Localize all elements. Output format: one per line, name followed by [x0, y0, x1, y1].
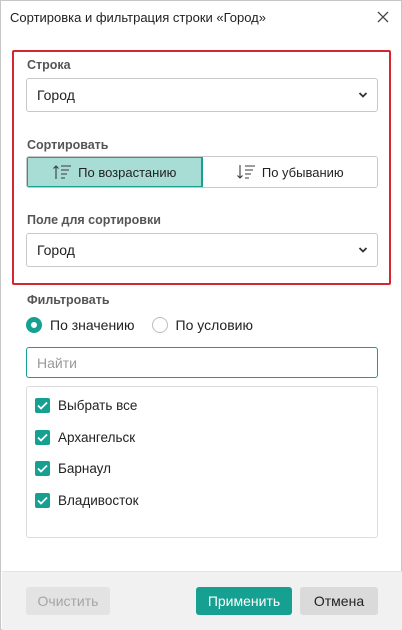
- list-item[interactable]: Барнаул: [35, 459, 111, 477]
- radio-unchecked-icon: [151, 317, 168, 333]
- chevron-down-icon: [358, 247, 368, 253]
- filter-label: Фильтровать: [27, 293, 110, 307]
- sort-descending-icon: [236, 165, 255, 179]
- radio-checked-icon: [26, 317, 42, 333]
- sort-field-select[interactable]: Город: [26, 233, 378, 267]
- checkbox-checked-icon: [35, 429, 50, 445]
- apply-button[interactable]: Применить: [196, 587, 292, 615]
- sort-direction-group: По возрастанию По убыванию: [26, 156, 378, 188]
- filter-by-value-radio[interactable]: По значению: [26, 317, 135, 333]
- filter-by-condition-label: По условию: [175, 317, 253, 333]
- list-item-label: Архангельск: [58, 429, 136, 445]
- filter-by-value-label: По значению: [50, 317, 135, 333]
- row-select-value: Город: [37, 87, 75, 103]
- filter-mode-group: По значению По условию: [26, 317, 270, 333]
- sort-descending-button[interactable]: По убыванию: [202, 157, 377, 187]
- cancel-button[interactable]: Отмена: [300, 587, 378, 615]
- sort-descending-label: По убыванию: [261, 164, 344, 180]
- sort-ascending-icon: [53, 165, 72, 179]
- dialog-title: Сортировка и фильтрация строки «Город»: [10, 9, 267, 25]
- sort-ascending-label: По возрастанию: [78, 164, 177, 180]
- filter-search-input[interactable]: [26, 347, 378, 378]
- filter-by-condition-radio[interactable]: По условию: [151, 317, 253, 333]
- sort-ascending-button[interactable]: По возрастанию: [27, 157, 203, 187]
- clear-button[interactable]: Очистить: [26, 587, 110, 615]
- list-item[interactable]: Архангельск: [35, 428, 135, 446]
- close-icon: [377, 11, 389, 23]
- list-item-label: Барнаул: [58, 460, 112, 476]
- sort-field-label: Поле для сортировки: [27, 213, 161, 227]
- row-select[interactable]: Город: [26, 78, 378, 112]
- dialog-footer: Очистить Применить Отмена: [2, 571, 402, 630]
- row-label: Строка: [27, 58, 71, 72]
- checkbox-checked-icon: [35, 492, 50, 508]
- dialog-titlebar: Сортировка и фильтрация строки «Город»: [1, 1, 401, 33]
- sort-label: Сортировать: [27, 138, 109, 152]
- list-item-label: Владивосток: [58, 492, 139, 508]
- list-item-select-all[interactable]: Выбрать все: [35, 396, 137, 414]
- checkbox-checked-icon: [35, 397, 50, 413]
- filter-values-list: Выбрать все Архангельск Барнаул Владивос…: [26, 386, 378, 538]
- list-item-label: Выбрать все: [58, 397, 138, 413]
- checkbox-checked-icon: [35, 460, 50, 476]
- sort-field-select-value: Город: [37, 242, 75, 258]
- chevron-down-icon: [358, 92, 368, 98]
- close-button[interactable]: [371, 5, 395, 29]
- sort-filter-dialog: Сортировка и фильтрация строки «Город» С…: [0, 0, 402, 630]
- list-item[interactable]: Владивосток: [35, 491, 139, 509]
